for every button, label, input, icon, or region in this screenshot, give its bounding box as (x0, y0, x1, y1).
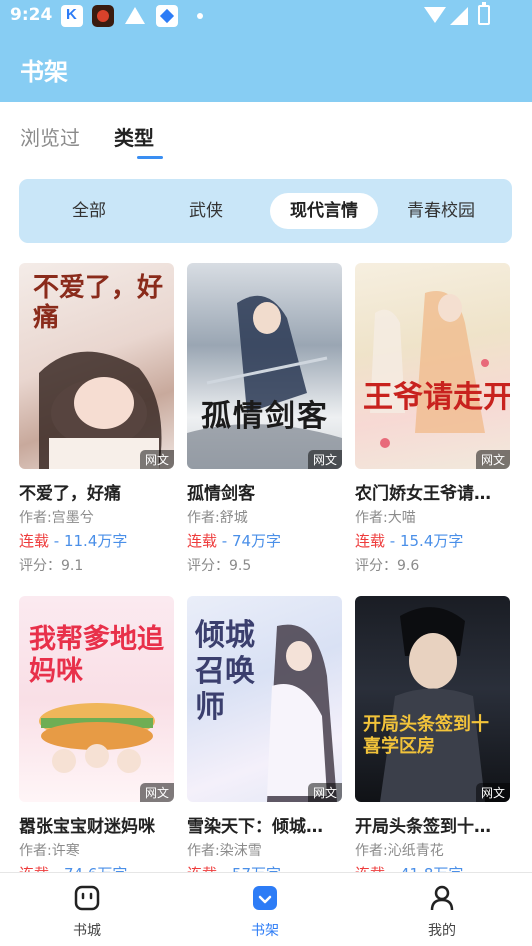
book-cover[interactable]: 孤情剑客 网文 (187, 263, 342, 469)
book-tag: 网文 (139, 783, 174, 802)
bottom-nav: 书城 书架 我的 (0, 872, 532, 946)
book-title: 嚣张宝宝财迷妈咪 (19, 817, 155, 837)
book-title: 孤情剑客 (187, 484, 255, 504)
book-title: 开局头条签到十… (355, 817, 491, 837)
book-serial-status: 连载 (19, 532, 50, 550)
kuaishou-app-icon (61, 5, 83, 27)
game-app-icon (92, 5, 114, 27)
book-tag: 网文 (307, 783, 342, 802)
nav-bookshelf-label: 书架 (251, 923, 279, 939)
bookshelf-icon (253, 886, 277, 910)
cover-illustration (370, 291, 489, 448)
tab-history[interactable]: 浏览过 (20, 122, 80, 151)
cover-illustration (380, 607, 485, 802)
blue-app-icon (156, 5, 178, 27)
book-status: 连载 - 11.4万字 (19, 532, 128, 550)
active-tab-indicator (137, 156, 163, 159)
book-rating: 评分：9.1 (19, 558, 84, 574)
book-title: 农门娇女王爷请… (355, 484, 491, 504)
book-tag: 网文 (475, 783, 510, 802)
profile-icon (430, 885, 454, 911)
book-cover[interactable]: 开局头条签到十喜学区房 网文 (355, 596, 510, 802)
cover-title: 不爱了，好痛 (33, 273, 164, 333)
book-tag: 网文 (139, 450, 174, 469)
bookstore-icon (74, 885, 100, 911)
book-cover[interactable]: 不爱了，好痛 网文 (19, 263, 174, 469)
book-author: 作者:宫墨兮 (19, 510, 94, 526)
status-time: 9:24 (10, 5, 53, 25)
page-title: 书架 (20, 58, 68, 86)
nav-profile[interactable]: 我的 (382, 873, 502, 946)
cover-title: 开局头条签到十喜学区房 (363, 714, 489, 757)
book-serial-status: 连载 (355, 532, 386, 550)
status-bar: 9:24 (0, 0, 532, 32)
cell-signal-icon (450, 7, 468, 25)
nav-bookstore[interactable]: 书城 (27, 873, 147, 946)
book-cover[interactable]: 我帮爹地追妈咪 网文 (19, 596, 174, 802)
book-serial-status: 连载 (187, 532, 218, 550)
book-tag: 网文 (307, 450, 342, 469)
book-word-count: 74万字 (231, 532, 282, 550)
filter-wuxia[interactable]: 武侠 (174, 193, 238, 229)
book-status: 连载 - 74万字 (187, 532, 282, 550)
filter-all[interactable]: 全部 (57, 193, 121, 229)
warning-icon (124, 5, 146, 27)
book-word-count: 15.4万字 (399, 532, 464, 550)
book-author: 作者:许寒 (19, 843, 80, 859)
book-author: 作者:沁纸青花 (355, 843, 444, 859)
cover-title: 我帮爹地追妈咪 (29, 624, 164, 687)
book-title: 不爱了，好痛 (19, 484, 121, 504)
book-rating: 评分：9.6 (355, 558, 420, 574)
cover-title: 倾城召唤师 (195, 618, 255, 725)
battery-icon (478, 2, 490, 25)
book-title: 雪染天下：倾城… (187, 817, 323, 837)
book-cover[interactable]: 王爷请走开 网文 (355, 263, 510, 469)
book-author: 作者:大喵 (355, 510, 416, 526)
category-filter: 全部 武侠 现代言情 青春校园 (19, 179, 512, 243)
book-tag: 网文 (475, 450, 510, 469)
filter-modern-romance[interactable]: 现代言情 (270, 193, 378, 229)
cover-title: 孤情剑客 (201, 399, 329, 434)
book-cover[interactable]: 倾城召唤师 网文 (187, 596, 342, 802)
nav-bookshelf[interactable]: 书架 (205, 873, 325, 946)
book-word-count: 11.4万字 (63, 532, 128, 550)
tab-type[interactable]: 类型 (114, 122, 154, 151)
book-author: 作者:染沫雪 (187, 843, 262, 859)
tab-bar: 浏览过 类型 (0, 102, 532, 162)
book-rating: 评分：9.5 (187, 558, 252, 574)
nav-profile-label: 我的 (428, 923, 456, 939)
cover-illustration (187, 295, 342, 469)
cover-title: 王爷请走开 (363, 380, 510, 415)
dot-icon (197, 13, 203, 19)
app-header: 9:24 书架 (0, 0, 532, 102)
book-author: 作者:舒城 (187, 510, 248, 526)
book-status: 连载 - 15.4万字 (355, 532, 464, 550)
nav-bookstore-label: 书城 (73, 923, 101, 939)
filter-youth-campus[interactable]: 青春校园 (398, 193, 484, 229)
wifi-icon (424, 7, 446, 23)
